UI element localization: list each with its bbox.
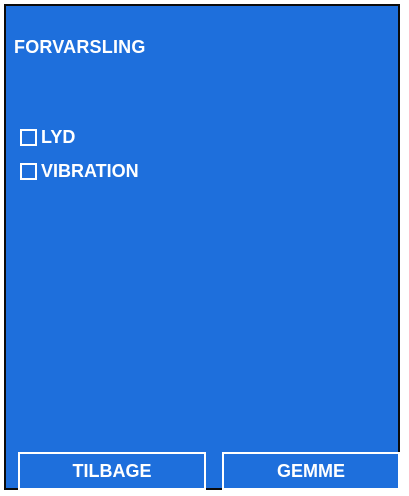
- save-button[interactable]: GEMME: [222, 452, 400, 490]
- option-vibration[interactable]: VIBRATION: [20, 161, 139, 182]
- alert-settings-screen: FORVARSLING LYD VIBRATION TILBAGE GEMME: [4, 4, 400, 490]
- option-sound[interactable]: LYD: [20, 127, 75, 148]
- sound-label: LYD: [41, 127, 76, 147]
- vibration-label: VIBRATION: [41, 161, 139, 181]
- vibration-checkbox[interactable]: [20, 163, 37, 180]
- sound-checkbox[interactable]: [20, 129, 37, 146]
- back-button-label: TILBAGE: [72, 460, 152, 481]
- page-title: FORVARSLING: [14, 37, 146, 57]
- back-button[interactable]: TILBAGE: [18, 452, 206, 490]
- save-button-label: GEMME: [276, 460, 345, 481]
